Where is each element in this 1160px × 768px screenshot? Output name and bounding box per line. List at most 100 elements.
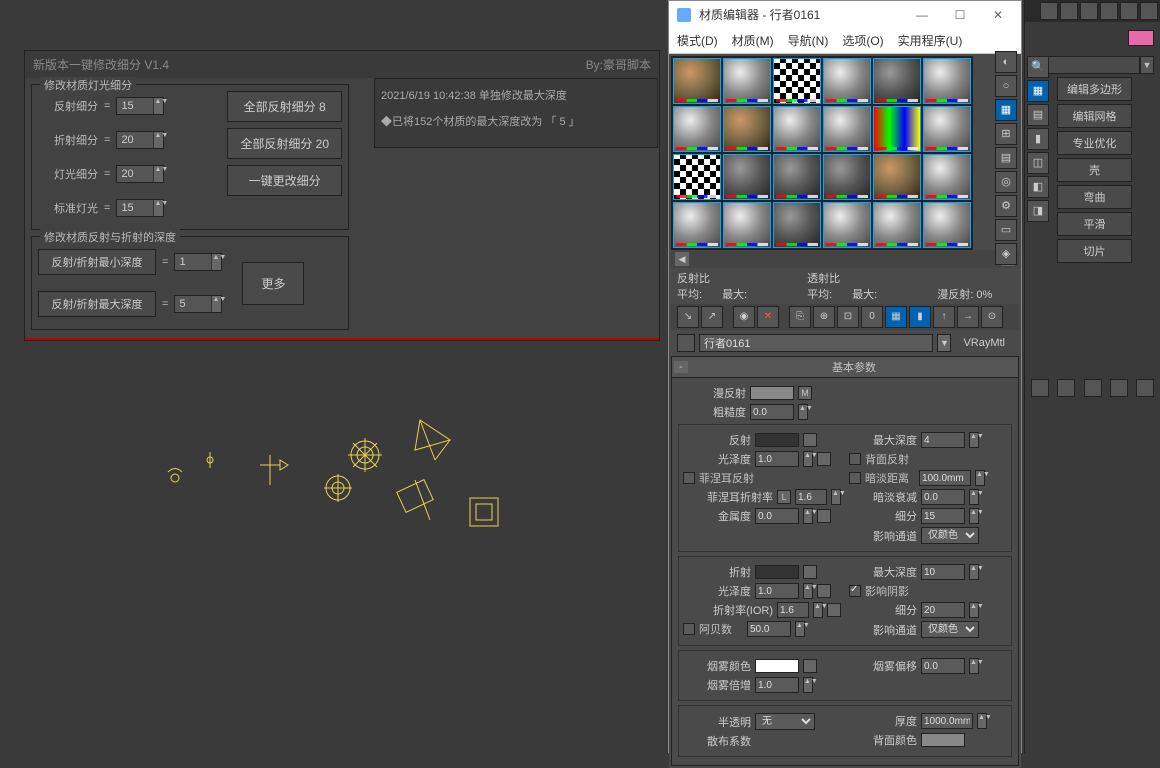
back-color[interactable] [921, 733, 965, 747]
sample-slot[interactable] [673, 202, 721, 248]
thickness-input[interactable] [921, 713, 973, 729]
sample-slot[interactable] [723, 106, 771, 152]
menu-mode[interactable]: 模式(D) [677, 32, 718, 49]
refract-maxdepth-input[interactable] [921, 564, 965, 580]
rollout-toggle-icon[interactable]: - [674, 361, 688, 373]
assign-icon[interactable]: ◉ [733, 306, 755, 328]
mat-id-icon[interactable]: 0 [861, 306, 883, 328]
menu-utilities[interactable]: 实用程序(U) [898, 32, 963, 49]
sample-slot[interactable] [823, 202, 871, 248]
sample-type-icon[interactable]: ◐ [995, 51, 1017, 73]
fog-mult-input[interactable] [755, 677, 799, 693]
dropper-icon[interactable] [677, 334, 695, 352]
display-tab-icon[interactable] [1120, 2, 1138, 20]
motion-tab-icon[interactable] [1100, 2, 1118, 20]
sample-slot[interactable] [823, 106, 871, 152]
uv-tiling-icon[interactable]: ⊞ [995, 123, 1017, 145]
sample-slot[interactable] [873, 106, 921, 152]
fog-bias-input[interactable] [921, 658, 965, 674]
min-depth-spinner[interactable]: ▲▼ [174, 253, 222, 271]
maximize-button[interactable]: ☐ [945, 8, 975, 22]
object-color-swatch[interactable] [1128, 30, 1154, 46]
btn-all-reflect-8[interactable]: 全部反射细分 8 [227, 91, 342, 122]
mat-titlebar[interactable]: 材质编辑器 - 行者0161 — ☐ ✕ [669, 1, 1021, 28]
put-to-scene-icon[interactable]: ↗ [701, 306, 723, 328]
sample-slot[interactable] [923, 106, 971, 152]
dimfalloff-input[interactable] [921, 489, 965, 505]
refract-subdiv-spinner[interactable]: ▲▼ [116, 131, 164, 149]
light-subdiv-spinner[interactable]: ▲▼ [116, 165, 164, 183]
make-unique-stack-icon[interactable] [1084, 379, 1102, 397]
scroll-left-icon[interactable]: ◀ [675, 252, 689, 266]
sample-slot[interactable] [723, 154, 771, 200]
get-material-icon[interactable]: ↘ [677, 306, 699, 328]
diffuse-map-button[interactable]: M [798, 386, 812, 400]
material-map-icon[interactable]: ◈ [995, 243, 1017, 265]
sample-slot[interactable] [923, 58, 971, 104]
sample-slot[interactable] [773, 58, 821, 104]
sample-slot[interactable] [873, 154, 921, 200]
sample-slot[interactable] [773, 106, 821, 152]
close-button[interactable]: ✕ [983, 8, 1013, 22]
minimize-button[interactable]: — [907, 8, 937, 22]
sample-slot[interactable] [923, 154, 971, 200]
diffuse-color[interactable] [750, 386, 794, 400]
sample-slot[interactable] [673, 58, 721, 104]
show-map-icon[interactable]: ▦ [885, 306, 907, 328]
reflect-affect-select[interactable]: 仅颜色 [921, 527, 979, 544]
fog-color[interactable] [755, 659, 799, 673]
utilities-tab-icon[interactable] [1140, 2, 1158, 20]
menu-material[interactable]: 材质(M) [732, 32, 774, 49]
make-copy-icon[interactable]: ⎘ [789, 306, 811, 328]
refract-color[interactable] [755, 565, 799, 579]
mod-edit-poly[interactable]: 编辑多边形 [1057, 77, 1132, 101]
mod-bend[interactable]: 弯曲 [1057, 185, 1132, 209]
refract-subdiv-input[interactable] [921, 602, 965, 618]
dimdist-input[interactable] [919, 470, 971, 486]
reset-icon[interactable]: ✕ [757, 306, 779, 328]
select-icon[interactable]: ▭ [995, 219, 1017, 241]
mod-slice[interactable]: 切片 [1057, 239, 1132, 263]
menu-options[interactable]: 选项(O) [842, 32, 883, 49]
abbe-input[interactable] [747, 621, 791, 637]
sample-slot[interactable] [673, 154, 721, 200]
tool-icon-6[interactable]: ◧ [1027, 176, 1049, 198]
tool-icon-7[interactable]: ◨ [1027, 200, 1049, 222]
preview-icon[interactable]: ◎ [995, 171, 1017, 193]
background-icon[interactable]: ▦ [995, 99, 1017, 121]
tool-icon-5[interactable]: ◫ [1027, 152, 1049, 174]
btn-all-reflect-20[interactable]: 全部反射细分 20 [227, 128, 342, 159]
mod-edit-mesh[interactable]: 编辑网格 [1057, 104, 1132, 128]
reflect-gloss-input[interactable] [755, 451, 799, 467]
sample-slot[interactable] [723, 202, 771, 248]
sample-slot[interactable] [773, 202, 821, 248]
affect-shadow-checkbox[interactable] [849, 585, 861, 597]
backface-checkbox[interactable] [849, 453, 861, 465]
material-name-input[interactable] [699, 334, 933, 352]
go-parent-icon[interactable]: ↑ [933, 306, 955, 328]
sample-scrollbar[interactable]: ◀ ▶ [671, 250, 1019, 268]
mod-shell[interactable]: 壳 [1057, 158, 1132, 182]
ior-input[interactable] [777, 602, 809, 618]
sample-slot[interactable] [923, 202, 971, 248]
btn-more[interactable]: 更多 [242, 262, 304, 305]
sample-slot[interactable] [873, 58, 921, 104]
abbe-checkbox[interactable] [683, 623, 695, 635]
reflect-subdiv-spinner[interactable]: ▲▼ [116, 97, 164, 115]
put-to-lib-icon[interactable]: ⊡ [837, 306, 859, 328]
make-unique-icon[interactable]: ⊕ [813, 306, 835, 328]
min-depth-label[interactable]: 反射/折射最小深度 [38, 249, 156, 275]
sss-type-select[interactable]: 无 [755, 713, 815, 730]
show-end-result-icon[interactable] [1057, 379, 1075, 397]
fresnel-ior-input[interactable] [795, 489, 827, 505]
hierarchy-tab-icon[interactable] [1080, 2, 1098, 20]
refract-affect-select[interactable]: 仅颜色 [921, 621, 979, 638]
modify-tab-icon[interactable] [1060, 2, 1078, 20]
reflect-maxdepth-input[interactable] [921, 432, 965, 448]
mod-pro-optimize[interactable]: 专业优化 [1057, 131, 1132, 155]
tool-icon-3[interactable]: ▤ [1027, 104, 1049, 126]
pin-stack-icon[interactable] [1031, 379, 1049, 397]
reflect-subdiv-input[interactable] [921, 508, 965, 524]
tool-icon-2[interactable]: ▦ [1027, 80, 1049, 102]
go-forward-icon[interactable]: → [957, 306, 979, 328]
